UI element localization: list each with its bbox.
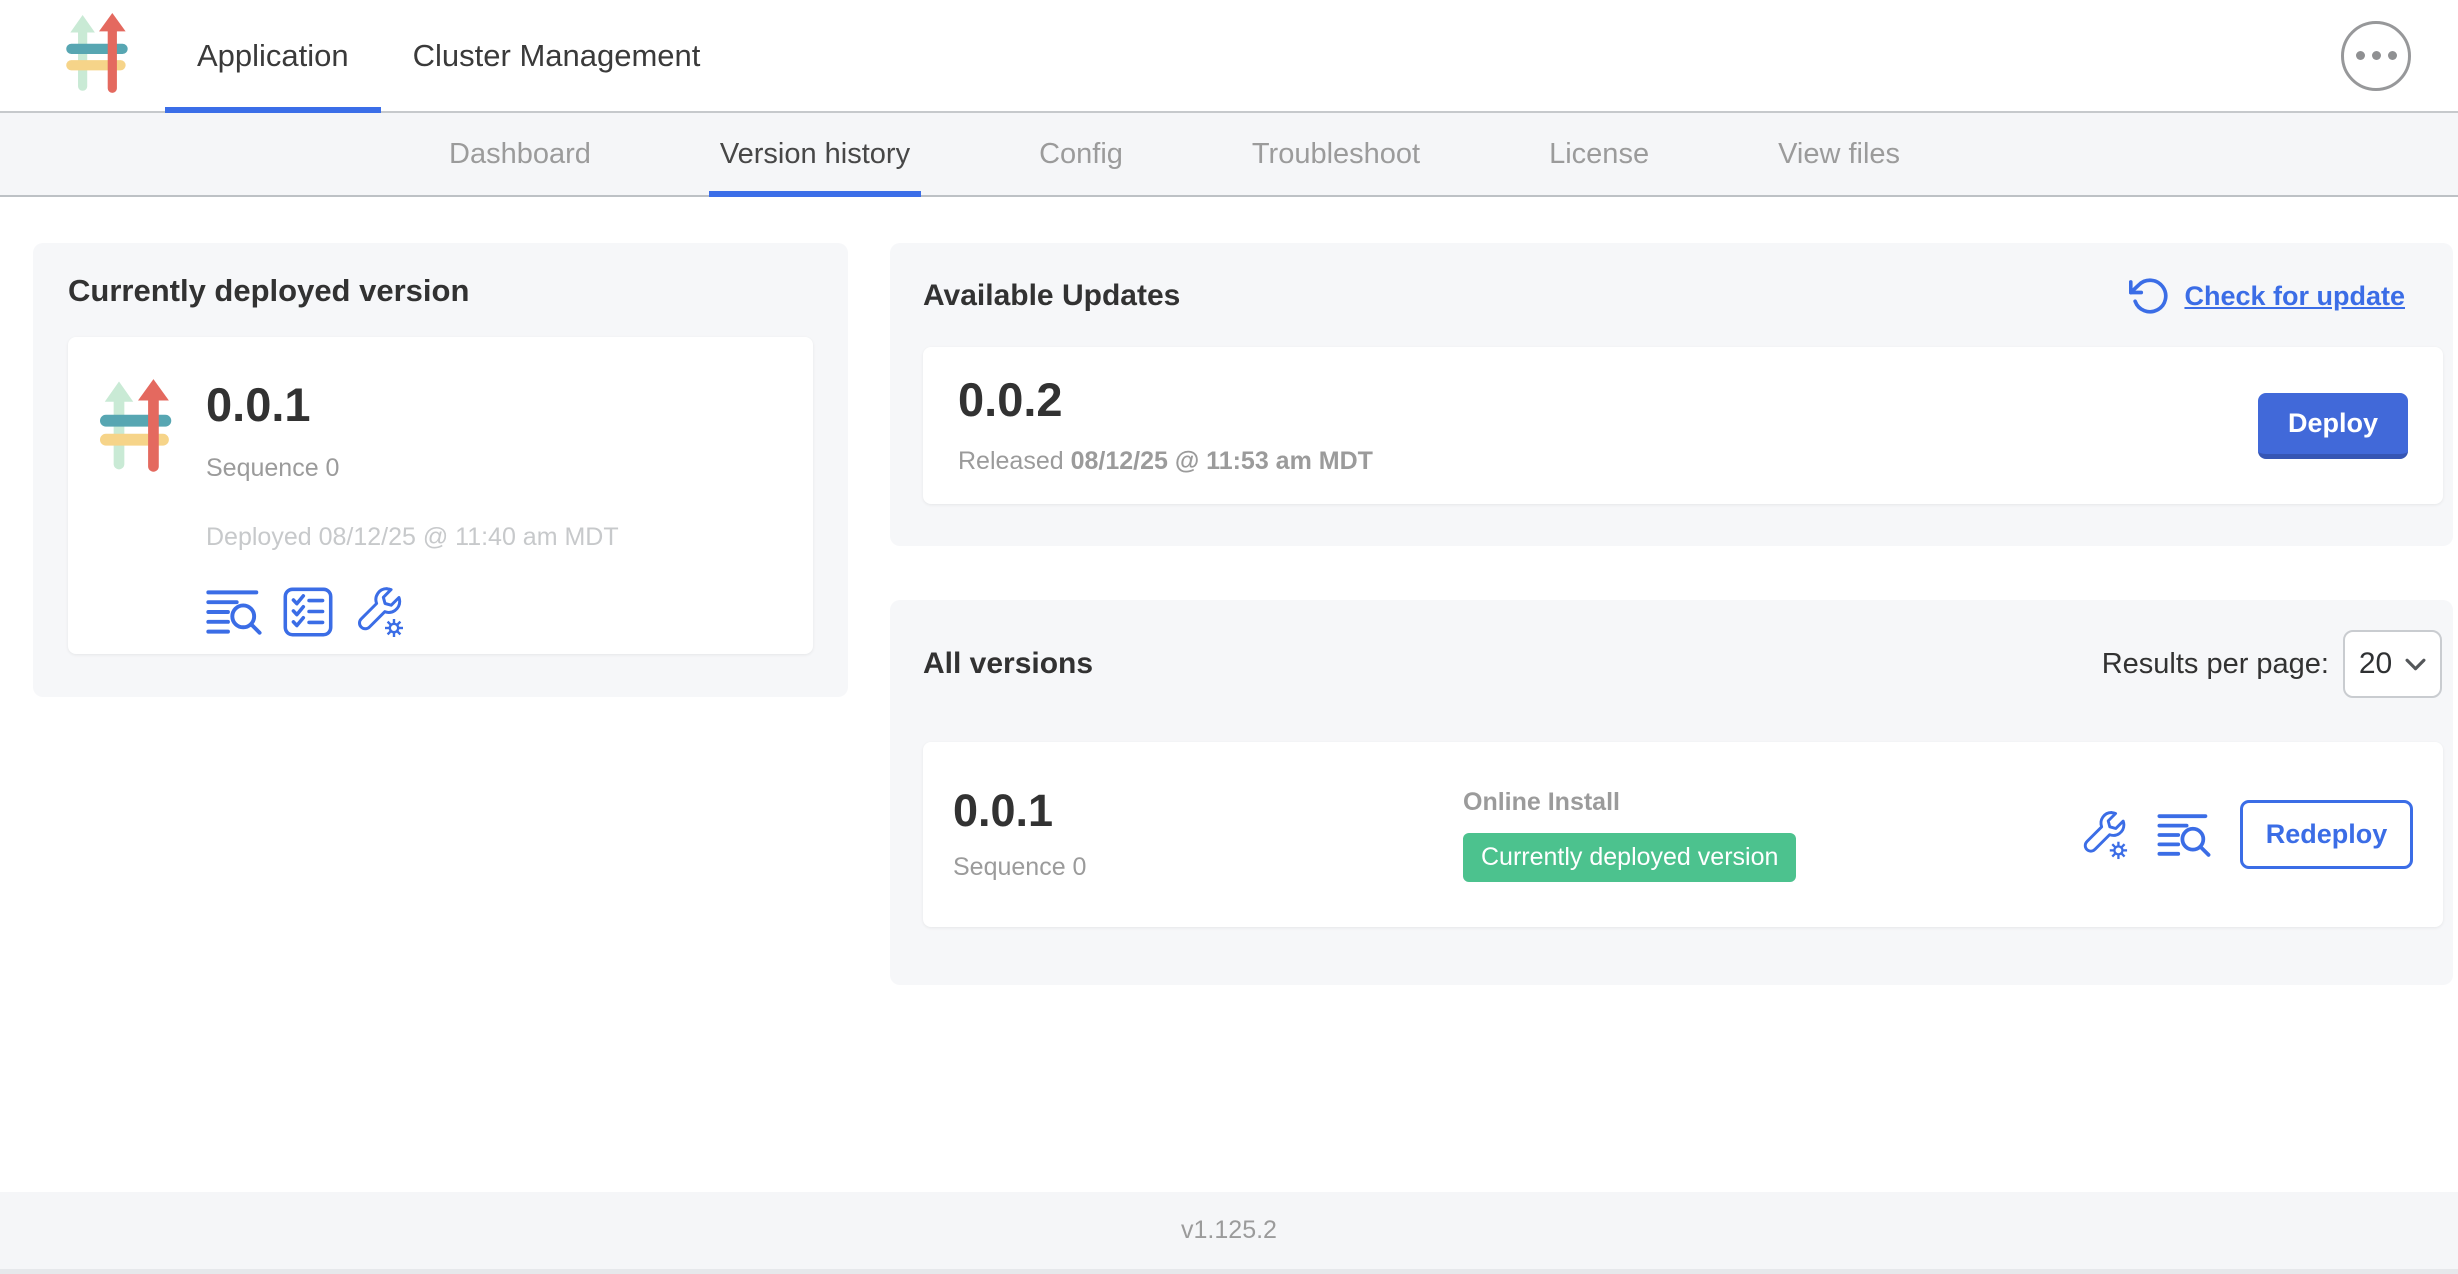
results-per-page-select[interactable]: 20	[2343, 630, 2442, 698]
app-footer: v1.125.2	[0, 1192, 2458, 1274]
release-notes-icon[interactable]	[2157, 812, 2212, 858]
available-updates-panel: Available Updates Check for update 0.0.2…	[890, 243, 2453, 546]
subnav-item-view-files[interactable]: View files	[1767, 113, 1911, 195]
deployed-version-card: 0.0.1 Sequence 0 Deployed 08/12/25 @ 11:…	[68, 337, 813, 654]
release-notes-icon[interactable]	[206, 588, 263, 636]
update-released-line: Released 08/12/25 @ 11:53 am MDT	[958, 447, 1373, 476]
deployed-sequence: Sequence 0	[206, 454, 619, 483]
deployed-actions	[206, 586, 619, 638]
subnav-item-dashboard[interactable]: Dashboard	[438, 113, 602, 195]
subnav-item-license[interactable]: License	[1538, 113, 1660, 195]
header-tabs: Application Cluster Management	[165, 0, 732, 111]
deployed-version-number: 0.0.1	[206, 381, 619, 428]
results-per-page-label: Results per page:	[2102, 648, 2329, 681]
console-version: v1.125.2	[1181, 1216, 1277, 1245]
row-sequence: Sequence 0	[953, 853, 1463, 882]
check-for-update-link[interactable]: Check for update	[2129, 275, 2405, 317]
edit-config-icon[interactable]	[2079, 810, 2129, 860]
edit-config-icon[interactable]	[353, 586, 405, 638]
app-header: Application Cluster Management	[0, 0, 2458, 113]
preflight-checks-icon[interactable]	[283, 587, 333, 637]
currently-deployed-badge: Currently deployed version	[1463, 833, 1796, 882]
currently-deployed-panel: Currently deployed version 0.0.1 Sequenc…	[33, 243, 848, 697]
chevron-down-icon	[2405, 658, 2426, 671]
deployed-timestamp: Deployed 08/12/25 @ 11:40 am MDT	[206, 523, 619, 552]
subnav-item-config[interactable]: Config	[1028, 113, 1134, 195]
subnav-item-version-history[interactable]: Version history	[709, 113, 921, 195]
row-actions: Redeploy	[2079, 800, 2413, 869]
version-row: 0.0.1 Sequence 0 Online Install Currentl…	[923, 742, 2443, 927]
app-logo-icon	[58, 13, 140, 99]
redeploy-button[interactable]: Redeploy	[2240, 800, 2413, 869]
overflow-menu-button[interactable]	[2341, 21, 2411, 91]
tab-application[interactable]: Application	[165, 0, 381, 111]
refresh-icon	[2129, 275, 2171, 317]
ellipsis-icon	[2356, 51, 2365, 60]
tab-cluster-management[interactable]: Cluster Management	[381, 0, 733, 111]
update-card: 0.0.2 Released 08/12/25 @ 11:53 am MDT D…	[923, 347, 2443, 504]
update-version-number: 0.0.2	[958, 376, 1373, 423]
right-column: Available Updates Check for update 0.0.2…	[890, 243, 2453, 1192]
all-versions-panel: All versions Results per page: 20 0.0.1 …	[890, 600, 2453, 985]
row-install-type: Online Install	[1463, 788, 2079, 817]
all-versions-title: All versions	[923, 647, 1093, 681]
available-updates-title: Available Updates	[923, 279, 1180, 313]
app-logo-icon	[100, 379, 176, 479]
currently-deployed-title: Currently deployed version	[68, 273, 813, 309]
subnav-item-troubleshoot[interactable]: Troubleshoot	[1241, 113, 1431, 195]
deploy-button[interactable]: Deploy	[2258, 393, 2408, 459]
main-content: Currently deployed version 0.0.1 Sequenc…	[0, 197, 2458, 1192]
row-version-number: 0.0.1	[953, 788, 1463, 833]
app-subnav: Dashboard Version history Config Trouble…	[0, 113, 2458, 197]
